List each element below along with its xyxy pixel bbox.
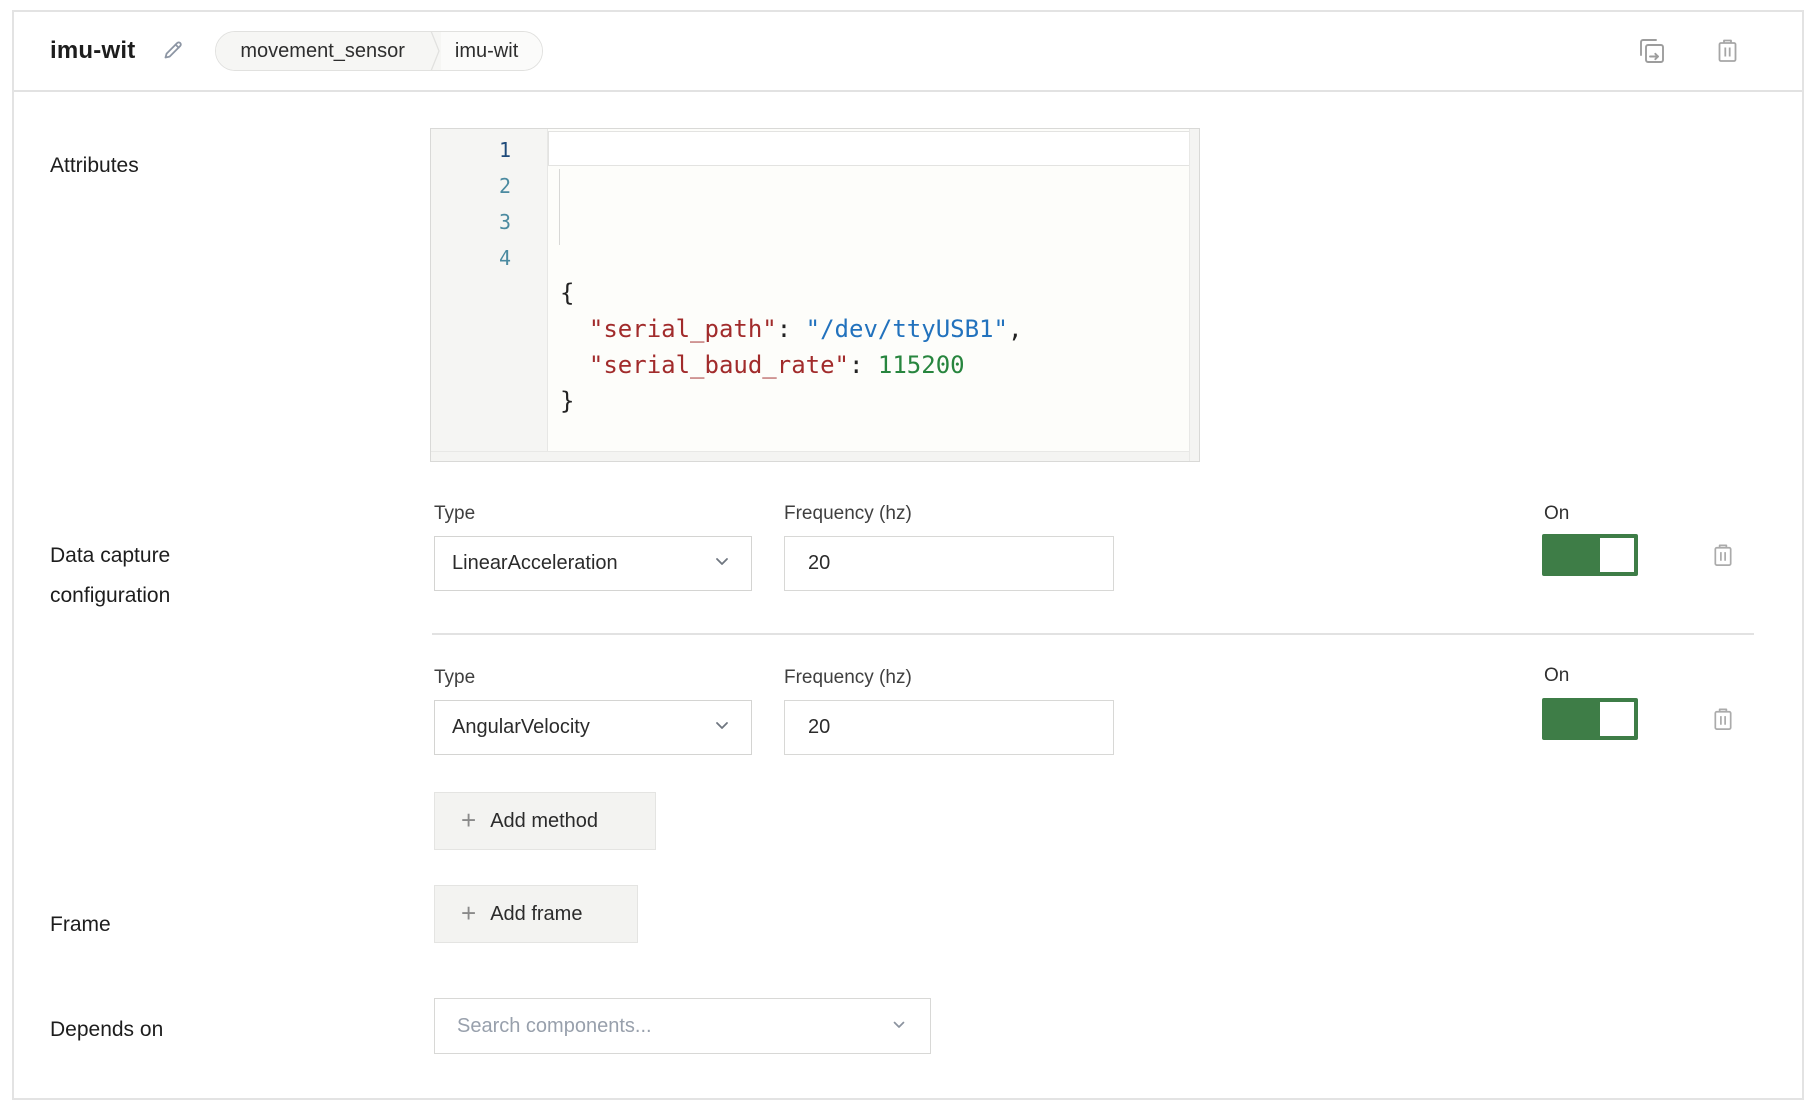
capture-type-select-2[interactable]: AngularVelocity	[434, 700, 752, 755]
capture-toggle-1[interactable]	[1542, 534, 1638, 576]
editor-vertical-scrollbar[interactable]	[1189, 129, 1199, 461]
frequency-label-1: Frequency (hz)	[784, 503, 912, 525]
on-label-1: On	[1544, 503, 1569, 525]
on-label-2: On	[1544, 665, 1569, 687]
depends-on-placeholder: Search components...	[457, 1015, 652, 1038]
component-card: imu-wit movement_sensor imu-wit	[12, 10, 1804, 1100]
add-method-button[interactable]: + Add method	[434, 792, 656, 850]
frequency-input-2[interactable]	[784, 700, 1114, 755]
duplicate-button[interactable]	[1637, 36, 1667, 69]
chevron-down-icon	[888, 1013, 910, 1040]
frequency-label-2: Frequency (hz)	[784, 667, 912, 689]
capture-toggle-2[interactable]	[1542, 698, 1638, 740]
trash-icon	[1715, 37, 1740, 67]
type-label-1: Type	[434, 503, 475, 525]
delete-method-button-1[interactable]	[1711, 542, 1735, 571]
trash-icon	[1711, 556, 1735, 571]
attributes-editor-gutter: 1234	[431, 129, 548, 461]
duplicate-icon	[1637, 36, 1667, 69]
depends-on-label: Depends on	[50, 1010, 163, 1050]
rename-button[interactable]	[161, 38, 185, 65]
component-title: imu-wit	[50, 37, 135, 65]
add-frame-button[interactable]: + Add frame	[434, 885, 638, 943]
depends-on-select[interactable]: Search components...	[434, 998, 931, 1054]
trash-icon	[1711, 720, 1735, 735]
chevron-down-icon	[711, 714, 733, 742]
breadcrumb-separator-icon	[425, 32, 441, 70]
pencil-icon	[161, 38, 185, 65]
editor-horizontal-scrollbar[interactable]	[431, 451, 1189, 461]
capture-type-select-1[interactable]: LinearAcceleration	[434, 536, 752, 591]
capture-type-value-2: AngularVelocity	[452, 716, 590, 739]
toggle-knob	[1600, 538, 1634, 572]
chevron-down-icon	[711, 550, 733, 578]
active-line-highlight	[548, 131, 1190, 166]
plus-icon: +	[461, 807, 476, 833]
frame-label: Frame	[50, 905, 111, 945]
component-header: imu-wit movement_sensor imu-wit	[14, 12, 1802, 92]
data-capture-label: Data capture configuration	[50, 536, 170, 616]
method-row-divider	[432, 633, 1754, 635]
toggle-knob	[1600, 702, 1634, 736]
delete-method-button-2[interactable]	[1711, 706, 1735, 735]
delete-component-button[interactable]	[1715, 37, 1740, 67]
breadcrumb-parent: movement_sensor	[216, 32, 425, 70]
breadcrumb: movement_sensor imu-wit	[215, 31, 543, 71]
breadcrumb-current: imu-wit	[441, 32, 542, 70]
attributes-editor-lines[interactable]: { "serial_path": "/dev/ttyUSB1", "serial…	[548, 129, 1199, 461]
attributes-label: Attributes	[50, 146, 139, 186]
plus-icon: +	[461, 900, 476, 926]
frequency-input-1[interactable]	[784, 536, 1114, 591]
capture-type-value-1: LinearAcceleration	[452, 552, 618, 575]
attributes-json-editor[interactable]: 1234 { "serial_path": "/dev/ttyUSB1", "s…	[430, 128, 1200, 462]
header-actions	[1637, 12, 1740, 92]
type-label-2: Type	[434, 667, 475, 689]
indent-guide	[559, 169, 560, 245]
